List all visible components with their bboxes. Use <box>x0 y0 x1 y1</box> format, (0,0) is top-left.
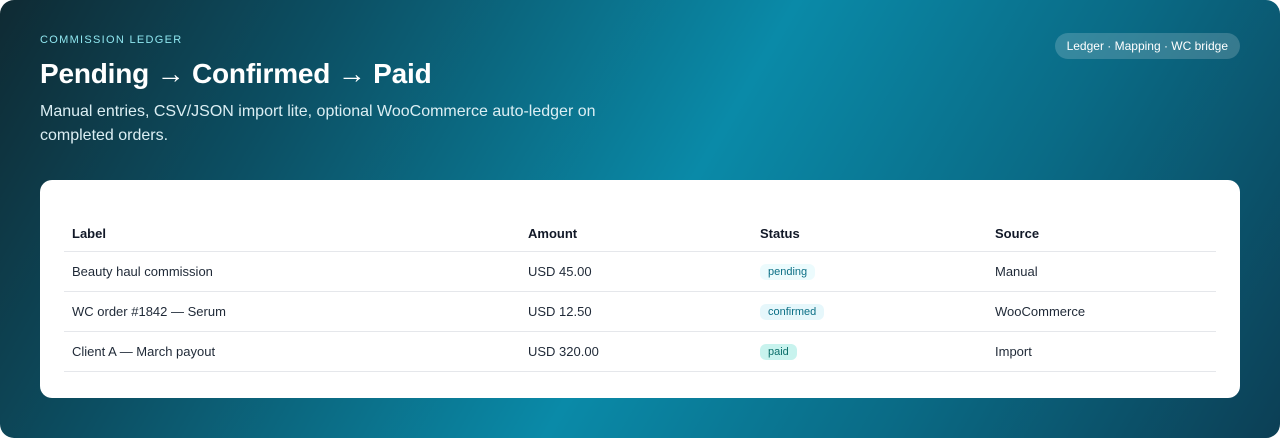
column-header-status[interactable]: Status <box>752 214 987 252</box>
hero-banner: Commission Ledger Pending → Confirmed → … <box>0 0 1280 438</box>
ledger-card: Label Amount Status Source Beauty haul c… <box>40 180 1240 398</box>
cell-source: WooCommerce <box>987 291 1216 332</box>
status-badge: confirmed <box>760 304 825 320</box>
cell-source: Import <box>987 331 1216 372</box>
column-header-amount[interactable]: Amount <box>520 214 752 252</box>
table-row[interactable]: WC order #1842 — Serum USD 12.50 confirm… <box>64 291 1216 332</box>
cell-label: Client A — March payout <box>64 331 520 372</box>
table-row[interactable]: Beauty haul commission USD 45.00 pending… <box>64 251 1216 292</box>
status-badge: paid <box>760 344 797 360</box>
eyebrow-label: Commission Ledger <box>40 34 183 46</box>
status-badge: pending <box>760 264 816 280</box>
cell-status: pending <box>752 251 987 292</box>
cell-label: WC order #1842 — Serum <box>64 291 520 332</box>
table-header-row: Label Amount Status Source <box>64 214 1216 252</box>
page-subtitle: Manual entries, CSV/JSON import lite, op… <box>40 103 596 144</box>
cell-amount: USD 12.50 <box>520 291 752 332</box>
ledger-table: Label Amount Status Source Beauty haul c… <box>64 214 1216 372</box>
cell-label: Beauty haul commission <box>64 251 520 292</box>
cell-amount: USD 45.00 <box>520 251 752 292</box>
cell-status: paid <box>752 331 987 372</box>
column-header-source[interactable]: Source <box>987 214 1216 252</box>
feature-pill: Ledger · Mapping · WC bridge <box>1054 33 1240 59</box>
cell-source: Manual <box>987 251 1216 292</box>
page-title: Pending → Confirmed → Paid <box>40 58 432 89</box>
table-row[interactable]: Client A — March payout USD 320.00 paid … <box>64 331 1216 372</box>
column-header-label[interactable]: Label <box>64 214 520 252</box>
cell-amount: USD 320.00 <box>520 331 752 372</box>
cell-status: confirmed <box>752 291 987 332</box>
